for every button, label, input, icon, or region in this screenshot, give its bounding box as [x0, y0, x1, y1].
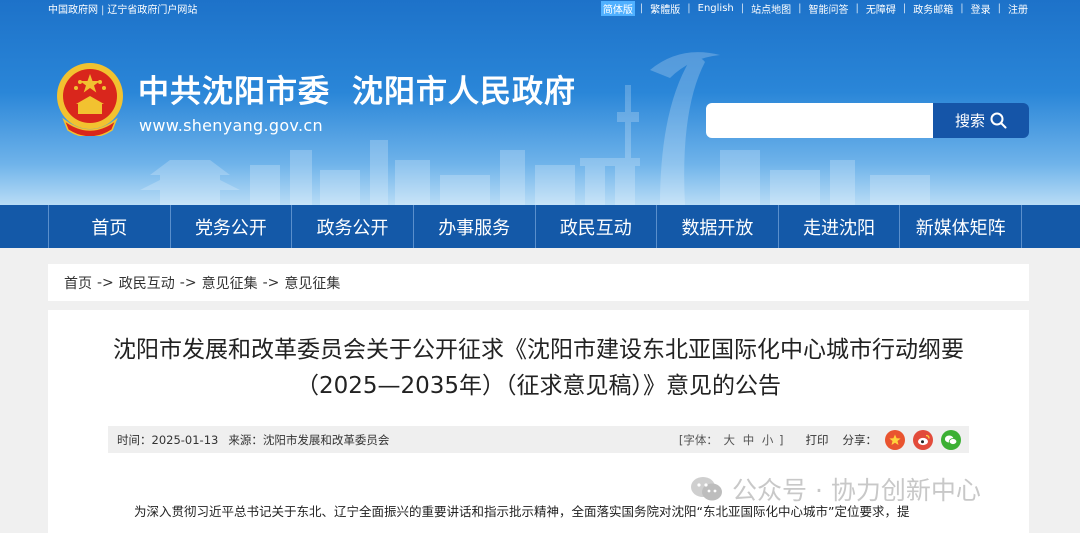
publish-time-label: 时间： [117, 432, 152, 447]
source: 沈阳市发展和改革委员会 [262, 432, 390, 447]
nav-item-new-media[interactable]: 新媒体矩阵 [899, 205, 1022, 248]
divider: | [798, 3, 802, 14]
weibo-icon[interactable] [913, 429, 933, 450]
site-url: www.shenyang.gov.cn [139, 116, 323, 135]
link-login[interactable]: 登录 [969, 1, 993, 16]
print-button[interactable]: 打印 [806, 432, 829, 448]
font-size-medium[interactable]: 中 [743, 433, 755, 447]
link-liaoning-gov[interactable]: 辽宁省政府门户网站 [107, 5, 197, 16]
site-title: 中共沈阳市委 沈阳市人民政府 [138, 66, 576, 111]
nav-item-party-affairs[interactable]: 党务公开 [169, 205, 292, 248]
link-gov-mail[interactable]: 政务邮箱 [911, 1, 955, 16]
link-accessibility[interactable]: 无障碍 [864, 1, 898, 16]
breadcrumb-home[interactable]: 首页 [64, 273, 92, 293]
breadcrumb-separator: -> [179, 274, 197, 291]
nav-item-about-shenyang[interactable]: 走进沈阳 [777, 205, 900, 248]
top-utility-bar: 中国政府网 | 辽宁省政府门户网站 简体版 | 繁體版 | English | 站点地图 |… [0, 0, 1080, 16]
font-size-label-close: ] [779, 432, 784, 447]
divider: | [687, 3, 691, 14]
utility-links: 简体版 | 繁體版 | English | 站点地图 | 智能问答 | 无障碍 | 政务邮箱… [600, 1, 1030, 16]
publish-time: 2025-01-13 [151, 432, 219, 447]
link-register[interactable]: 注册 [1006, 1, 1030, 16]
link-traditional[interactable]: 繁體版 [648, 1, 682, 16]
breadcrumb-current[interactable]: 意见征集 [284, 273, 340, 293]
site-header: 中国政府网 | 辽宁省政府门户网站 简体版 | 繁體版 | English | 站点地图 |… [0, 0, 1080, 205]
font-size-label-open: [字体： [678, 432, 718, 447]
national-emblem-icon [57, 63, 123, 136]
link-simplified[interactable]: 简体版 [600, 1, 635, 16]
nav-list: 首页 党务公开 政务公开 办事服务 政民互动 数据开放 走进沈阳 新媒体矩阵 [48, 205, 1022, 248]
site-title-government: 沈阳市人民政府 [352, 74, 576, 110]
link-gov-cn[interactable]: 中国政府网 [48, 5, 98, 16]
main-nav: 首页 党务公开 政务公开 办事服务 政民互动 数据开放 走进沈阳 新媒体矩阵 [0, 205, 1080, 248]
wechat-icon[interactable] [941, 429, 961, 450]
article-tools: [字体： 大 中 小 ] 打印 分享： [679, 426, 961, 453]
site-title-party: 中共沈阳市委 [138, 74, 330, 110]
divider: | [902, 3, 907, 14]
search-icon [990, 112, 1007, 129]
article-title: 沈阳市发展和改革委员会关于公开征求《沈阳市建设东北亚国际化中心城市行动纲要（20… [113, 337, 964, 399]
font-size-large[interactable]: 大 [724, 433, 736, 447]
nav-item-open-data[interactable]: 数据开放 [656, 205, 778, 248]
divider: | [101, 5, 105, 16]
breadcrumb-separator: -> [97, 274, 114, 291]
search-input[interactable] [706, 103, 933, 138]
source-label: 来源： [228, 432, 263, 447]
search-button-label: 搜索 [954, 112, 985, 130]
external-links: 中国政府网 | 辽宁省政府门户网站 [48, 1, 197, 16]
wechat-logo-icon [691, 477, 722, 501]
breadcrumb-separator: -> [262, 274, 280, 291]
link-smart-qa[interactable]: 智能问答 [807, 1, 851, 16]
divider: | [740, 3, 745, 14]
article-meta-bar: 时间： 2025-01-13 来源： 沈阳市发展和改革委员会 [字体： 大 中 小 … [108, 426, 969, 453]
link-english[interactable]: English [696, 3, 736, 14]
breadcrumb-interaction[interactable]: 政民互动 [119, 273, 175, 293]
wechat-watermark: 公众号 · 协力创新中心 [690, 473, 981, 505]
share-label: 分享： [842, 432, 878, 447]
nav-item-home[interactable]: 首页 [48, 205, 170, 248]
breadcrumb-opinion-collection[interactable]: 意见征集 [202, 273, 258, 293]
nav-item-interaction[interactable]: 政民互动 [534, 205, 657, 248]
font-size-small[interactable]: 小 [762, 433, 774, 447]
search-bar: 搜索 [706, 103, 1029, 138]
nav-item-services[interactable]: 办事服务 [412, 205, 535, 248]
divider: | [997, 3, 1001, 14]
watermark-text: 公众号 · 协力创新中心 [732, 476, 981, 505]
link-sitemap[interactable]: 站点地图 [749, 1, 793, 16]
nav-item-government-affairs[interactable]: 政务公开 [291, 205, 413, 248]
font-size-controls: [字体： 大 中 小 ] [679, 432, 784, 448]
divider: | [855, 3, 859, 14]
breadcrumb: 首页 -> 政民互动 -> 意见征集 -> 意见征集 [48, 264, 1029, 301]
divider: | [960, 3, 964, 14]
divider: | [639, 3, 644, 14]
qzone-icon[interactable] [885, 429, 905, 450]
search-button[interactable]: 搜索 [933, 103, 1029, 138]
